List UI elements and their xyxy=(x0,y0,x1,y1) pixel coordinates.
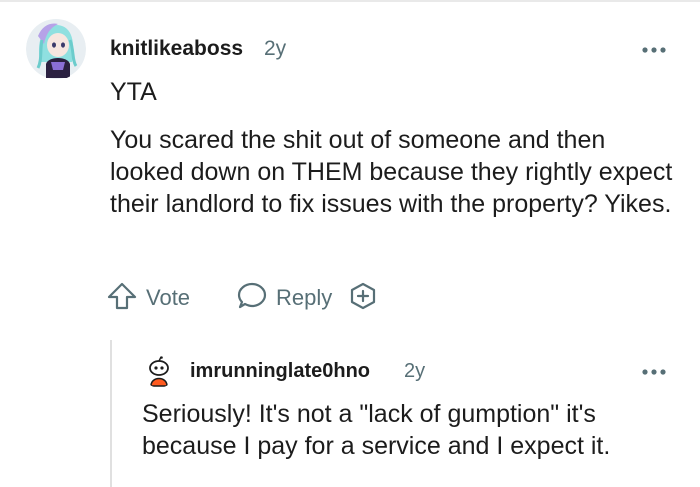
comment-age: 2y xyxy=(264,37,287,60)
reply-button[interactable]: Reply xyxy=(236,280,332,317)
vote-button[interactable]: Vote xyxy=(106,280,190,317)
anime-girl-avatar-icon[interactable] xyxy=(26,18,86,80)
reply-age: 2y xyxy=(404,360,426,382)
comment-body: You scared the shit out of someone and t… xyxy=(110,126,673,218)
snoo-avatar-icon[interactable] xyxy=(144,356,174,388)
reply-label: Reply xyxy=(276,285,333,310)
comment-action-bar: Vote Reply xyxy=(106,278,378,318)
vote-label: Vote xyxy=(146,285,191,310)
reply-username[interactable]: imrunninglate0hno xyxy=(190,360,370,383)
upvote-arrow-icon xyxy=(106,280,138,317)
more-options-icon[interactable] xyxy=(641,364,667,375)
comment-verdict: YTA xyxy=(110,78,157,106)
reply-body: Seriously! It's not a "lack of gumption"… xyxy=(142,400,611,460)
add-award-button[interactable] xyxy=(348,281,378,316)
top-divider xyxy=(0,0,700,2)
comment-username[interactable]: knitlikeaboss xyxy=(110,37,243,61)
more-options-icon[interactable] xyxy=(641,42,667,53)
speech-bubble-icon xyxy=(236,280,268,317)
thread-line[interactable] xyxy=(110,340,112,487)
add-award-icon xyxy=(348,281,378,316)
